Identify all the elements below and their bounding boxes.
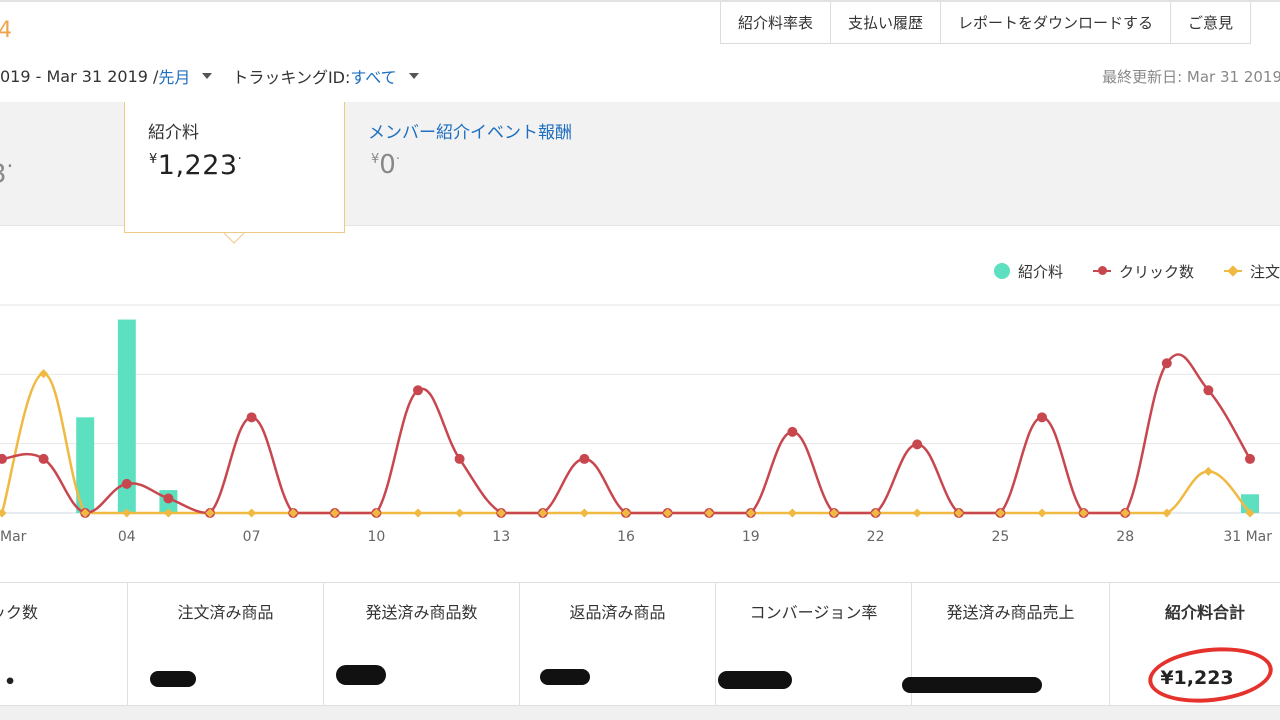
fee-rates-button[interactable]: 紹介料率表	[721, 2, 830, 43]
summary-card-member-event-reward[interactable]: メンバー紹介イベント報酬 ¥0·	[368, 102, 668, 226]
point-orders	[455, 508, 465, 518]
summary-card-value: 3·	[0, 154, 14, 190]
bottom-band	[0, 706, 1280, 720]
redaction-mark	[718, 671, 792, 689]
filter-row: 019 - Mar 31 2019 / 先月 トラッキングID: すべて	[0, 64, 439, 88]
stat-ordered-items: 注文済み商品	[127, 583, 323, 707]
point-orders	[0, 508, 7, 518]
x-tick-label: 28	[1116, 529, 1134, 545]
summary-card-value: ¥1,223·	[149, 150, 243, 181]
legend-diamond-icon	[1223, 264, 1242, 278]
x-tick-label: 10	[367, 529, 385, 545]
legend-item-clicks[interactable]: クリック数	[1092, 261, 1194, 282]
x-tick-label: 04	[118, 529, 136, 545]
point-clicks	[1161, 358, 1172, 369]
legend-label: 紹介料	[1017, 262, 1063, 281]
point-clicks	[1245, 453, 1255, 464]
x-tick-label: 22	[867, 529, 885, 545]
point-clicks	[121, 478, 132, 489]
tracking-chevron-down-icon[interactable]	[408, 73, 419, 79]
stat-label: 注文済み商品	[177, 603, 274, 622]
legend-item-referral-fee[interactable]: 紹介料	[993, 261, 1063, 282]
legend-label: 注文	[1249, 262, 1280, 281]
legend-item-orders[interactable]: 注文	[1223, 261, 1280, 282]
last-updated: 最終更新日: Mar 31 2019	[1102, 67, 1280, 86]
stat-label: ック数	[0, 603, 39, 622]
summary-card-referral-fee[interactable]: 紹介料 ¥1,223·	[124, 102, 345, 233]
point-clicks	[413, 385, 423, 396]
point-orders	[247, 508, 257, 518]
legend-label: クリック数	[1118, 262, 1194, 281]
legend-line-icon	[1092, 264, 1111, 278]
point-orders	[579, 508, 589, 518]
point-orders	[39, 369, 49, 379]
summary-card-label[interactable]: メンバー紹介イベント報酬	[368, 118, 572, 143]
stats-row: ック数 • 注文済み商品 発送済み商品数 返品済み商品 コンバージョン率 発送済…	[0, 582, 1280, 707]
point-clicks	[579, 453, 590, 464]
point-orders	[912, 508, 922, 518]
point-orders	[1037, 508, 1047, 518]
line-clicks	[1, 353, 1252, 515]
redaction-mark	[150, 671, 196, 687]
summary-card-clicks[interactable]: - 3·	[0, 102, 124, 226]
point-clicks	[1203, 385, 1214, 396]
period-selector[interactable]: 先月	[158, 64, 190, 88]
stat-label: 返品済み商品	[569, 603, 666, 622]
stat-shipped-items: 発送済み商品数	[323, 583, 519, 707]
chart-legend: 紹介料 クリック数 注文	[964, 260, 1280, 282]
legend-dot-icon	[993, 263, 1010, 279]
x-tick-label: 13	[492, 529, 510, 545]
redaction-mark	[540, 669, 590, 685]
x-tick-label: 16	[617, 529, 635, 545]
x-tick-label: 31 Mar	[1223, 529, 1272, 545]
point-clicks	[246, 412, 257, 423]
stat-clicks: ック数 •	[0, 583, 127, 707]
top-nav: 紹介料率表 支払い履歴 レポートをダウンロードする ご意見	[720, 2, 1252, 44]
stat-value: •	[4, 671, 17, 693]
x-tick-label: 19	[742, 529, 760, 545]
stat-conversion-rate: コンバージョン率	[715, 583, 911, 707]
period-chevron-down-icon[interactable]	[202, 73, 213, 79]
x-tick-label: 25	[991, 529, 1009, 545]
point-clicks	[38, 453, 49, 464]
tracking-id-selector[interactable]: すべて	[350, 64, 396, 88]
point-clicks	[1037, 412, 1047, 423]
summary-card-label: 紹介料	[148, 123, 199, 143]
point-orders	[787, 508, 797, 518]
point-clicks	[787, 426, 798, 437]
payment-history-button[interactable]: 支払い履歴	[830, 2, 940, 43]
point-orders	[1203, 466, 1213, 476]
x-tick-label: 07	[243, 529, 261, 545]
redaction-mark	[336, 665, 386, 685]
date-range-text: 019 - Mar 31 2019 /	[0, 66, 159, 86]
feedback-button[interactable]: ご意見	[1170, 2, 1250, 43]
point-orders	[413, 508, 423, 518]
stat-label: コンバージョン率	[749, 603, 878, 622]
stat-label: 発送済み商品売上	[946, 603, 1075, 622]
summary-card-value: ¥0·	[371, 150, 400, 180]
download-report-button[interactable]: レポートをダウンロードする	[940, 2, 1170, 43]
point-clicks	[912, 439, 923, 450]
x-tick-label: Mar	[0, 529, 27, 545]
stat-label: 発送済み商品数	[365, 603, 478, 622]
point-clicks	[454, 453, 465, 464]
stat-shipped-sales: 発送済み商品売上	[902, 583, 1109, 707]
performance-chart: Mar 04 07 10 13 16 19 22 25 28 31 Mar	[0, 304, 1280, 545]
redaction-mark	[902, 677, 1042, 693]
header-accent: 4	[0, 18, 12, 43]
tracking-id-label: トラッキングID:	[232, 68, 351, 87]
stat-label: 紹介料合計	[1164, 603, 1245, 622]
point-clicks	[0, 453, 7, 464]
stat-returned-items: 返品済み商品	[519, 583, 715, 707]
point-clicks	[163, 493, 174, 504]
